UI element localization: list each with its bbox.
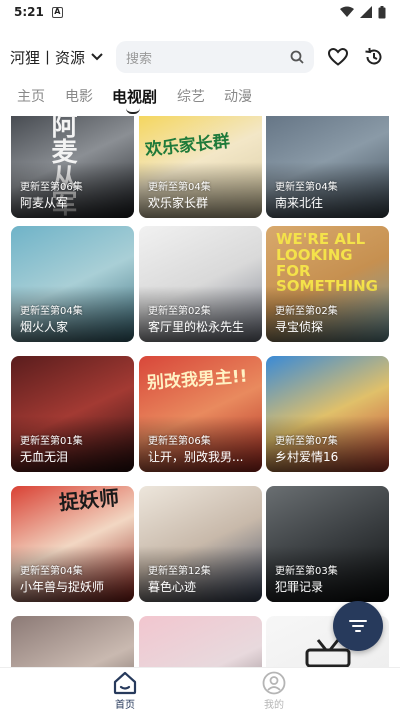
series-card[interactable]: 阿麦从军 更新至第06集 阿麦从军 [11,116,134,218]
filter-button[interactable] [333,601,383,651]
active-tab-indicator [126,108,140,114]
favorites-button[interactable] [326,45,350,69]
heart-icon [328,48,348,66]
episode-label: 更新至第07集 [275,436,338,447]
series-title: 阿麦从军 [20,196,69,210]
status-icons [340,5,386,19]
series-card[interactable]: 欢乐家长群 更新至第04集 欢乐家长群 [139,116,262,218]
series-title: 寻宝侦探 [275,320,324,334]
profile-icon [262,671,286,695]
home-icon [113,671,137,695]
nav-profile-label: 我的 [264,700,284,711]
series-title: 让开，别改我男... [148,450,244,464]
series-title: 犯罪记录 [275,580,324,594]
series-card[interactable]: 别改我男主!! 更新至第06集 让开，别改我男... [139,356,262,472]
series-card[interactable] [11,616,134,667]
search-placeholder: 搜索 [126,51,153,67]
series-card[interactable]: 更新至第04集 南来北往 [266,116,389,218]
episode-label: 更新至第02集 [148,306,211,317]
tab-anime[interactable]: 动漫 [224,86,252,106]
episode-label: 更新至第01集 [20,436,83,447]
episode-label: 更新至第02集 [275,306,338,317]
nav-profile[interactable]: 我的 [244,671,304,711]
series-card[interactable]: 捉妖师 更新至第04集 小年兽与捉妖师 [11,486,134,602]
episode-label: 更新至第04集 [20,306,83,317]
series-card[interactable]: 更新至第01集 无血无泪 [11,356,134,472]
episode-label: 更新至第06集 [20,182,83,193]
chevron-down-icon [91,53,103,61]
episode-label: 更新至第04集 [20,566,83,577]
search-input[interactable]: 搜索 [116,41,314,73]
bottom-navigation: 首页 我的 [0,667,400,711]
top-header: 河狸丨资源 搜索 [0,40,400,74]
wifi-icon [340,6,354,17]
poster-art-text: 捉妖师 [58,486,120,515]
series-title: 乡村爱情16 [275,450,339,464]
series-card[interactable]: 更新至第12集 暮色心迹 [139,486,262,602]
nav-home-label: 首页 [115,700,135,711]
battery-icon [378,5,386,18]
series-title: 暮色心迹 [148,580,197,594]
tab-movies[interactable]: 电影 [65,86,93,106]
source-selector[interactable]: 河狸丨资源 [10,40,103,74]
signal-icon [360,6,372,18]
notification-icon: A [51,6,63,18]
history-icon [365,47,382,65]
series-card[interactable]: 更新至第04集 烟火人家 [11,226,134,342]
tab-variety[interactable]: 综艺 [177,86,205,106]
series-title: 客厅里的松永先生 [148,320,245,334]
series-title: 无血无泪 [20,450,69,464]
series-title: 烟火人家 [20,320,69,334]
source-label: 河狸丨资源 [10,48,86,67]
history-button[interactable] [362,45,386,69]
series-card[interactable]: 更新至第02集 客厅里的松永先生 [139,226,262,342]
episode-label: 更新至第04集 [275,182,338,193]
nav-home[interactable]: 首页 [95,671,155,711]
search-icon[interactable] [290,50,304,64]
status-time: 5:21 [14,5,44,19]
series-title: 小年兽与捉妖师 [20,580,105,594]
series-card[interactable]: 更新至第03集 犯罪记录 [266,486,389,602]
poster-art-text: 别改我男主!! [146,366,249,394]
series-card[interactable]: 更新至第07集 乡村爱情16 [266,356,389,472]
series-card[interactable] [139,616,262,667]
series-card[interactable]: WE'RE ALL LOOKING FOR SOMETHING 更新至第02集 … [266,226,389,342]
series-title: 欢乐家长群 [148,196,209,210]
episode-label: 更新至第03集 [275,566,338,577]
series-grid: 阿麦从军 更新至第06集 阿麦从军 欢乐家长群 更新至第04集 欢乐家长群 更新… [0,116,400,667]
poster-art-text: 欢乐家长群 [144,131,231,161]
status-bar: 5:21 A [0,0,400,24]
filter-icon [349,620,367,632]
tab-tv-series[interactable]: 电视剧 [112,86,157,107]
episode-label: 更新至第12集 [148,566,211,577]
episode-label: 更新至第06集 [148,436,211,447]
category-tabs: 主页 电影 电视剧 综艺 动漫 [0,86,400,114]
series-title: 南来北往 [275,196,324,210]
episode-label: 更新至第04集 [148,182,211,193]
tab-home[interactable]: 主页 [17,86,45,106]
